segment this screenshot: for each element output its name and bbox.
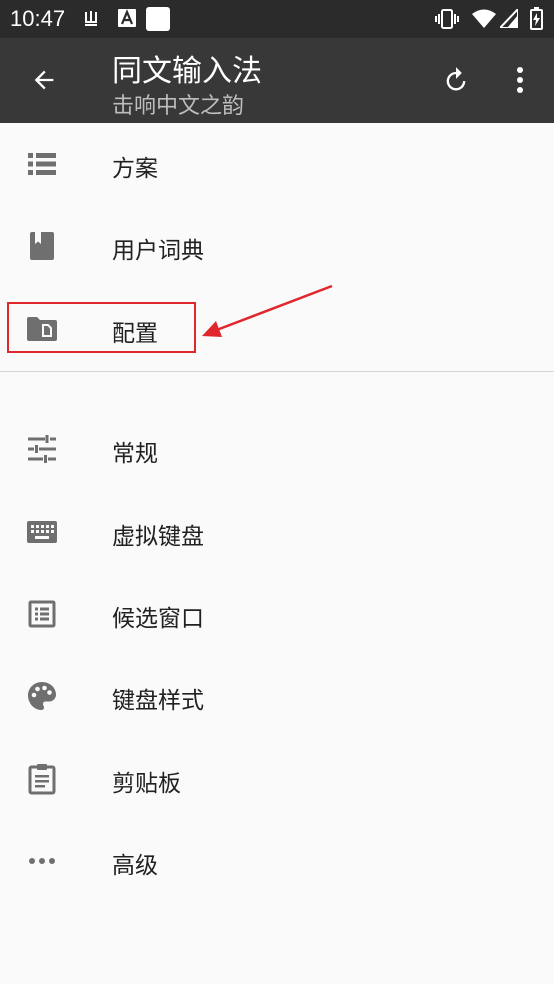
back-button[interactable] bbox=[22, 58, 66, 102]
menu-item-virtual-keyboard[interactable]: 虚拟键盘 bbox=[0, 491, 554, 573]
refresh-icon bbox=[446, 67, 466, 91]
status-time: 10:47 bbox=[10, 6, 66, 31]
status-right-icons bbox=[434, 7, 544, 30]
more-horiz-icon bbox=[26, 845, 58, 877]
menu-item-schema[interactable]: 方案 bbox=[0, 123, 554, 205]
keyboard-icon bbox=[26, 516, 58, 548]
section-divider bbox=[0, 371, 554, 372]
signal-icon bbox=[500, 9, 518, 28]
annotation-arrow bbox=[202, 284, 333, 337]
clipboard-icon bbox=[26, 763, 58, 795]
list-box-icon bbox=[26, 598, 58, 630]
tune-icon bbox=[26, 433, 58, 465]
menu-item-label: 常规 bbox=[112, 441, 158, 467]
menu-item-candidate-window[interactable]: 候选窗口 bbox=[0, 573, 554, 655]
status-bar: 10:47 bbox=[0, 0, 554, 38]
menu-item-label: 用户词典 bbox=[112, 238, 204, 264]
battery-icon bbox=[530, 7, 543, 30]
app-title: 同文输入法 bbox=[112, 54, 262, 89]
settings-screen: 10:47 同文输入法 击响中文之韵 方案 用户词典 配置 常规 虚拟键盘 候选… bbox=[0, 0, 554, 984]
storage-icon bbox=[85, 11, 97, 26]
menu-item-advanced[interactable]: 高级 bbox=[0, 820, 554, 902]
menu-item-label: 键盘样式 bbox=[112, 688, 204, 714]
square-icon bbox=[146, 7, 170, 31]
menu-item-label: 候选窗口 bbox=[112, 606, 204, 632]
wifi-icon bbox=[472, 9, 496, 28]
more-vert-icon bbox=[517, 67, 523, 93]
back-arrow-icon bbox=[34, 70, 54, 90]
menu-item-label: 剪贴板 bbox=[112, 771, 181, 797]
list-icon bbox=[26, 148, 58, 180]
vibrate-icon bbox=[435, 9, 459, 29]
app-bar: 同文输入法 击响中文之韵 bbox=[0, 38, 554, 123]
menu-item-user-dictionary[interactable]: 用户词典 bbox=[0, 205, 554, 287]
book-icon bbox=[26, 230, 58, 262]
more-options-button[interactable] bbox=[498, 58, 542, 102]
menu-item-label: 虚拟键盘 bbox=[112, 524, 204, 550]
menu-item-label: 方案 bbox=[112, 156, 158, 182]
menu-item-keyboard-style[interactable]: 键盘样式 bbox=[0, 655, 554, 737]
a-icon bbox=[118, 9, 136, 27]
app-subtitle: 击响中文之韵 bbox=[112, 94, 245, 119]
menu-item-general[interactable]: 常规 bbox=[0, 408, 554, 490]
menu-item-label: 高级 bbox=[112, 853, 158, 879]
refresh-button[interactable] bbox=[434, 58, 478, 102]
highlight-box bbox=[7, 302, 196, 353]
palette-icon bbox=[26, 680, 58, 712]
menu-item-clipboard[interactable]: 剪贴板 bbox=[0, 738, 554, 820]
